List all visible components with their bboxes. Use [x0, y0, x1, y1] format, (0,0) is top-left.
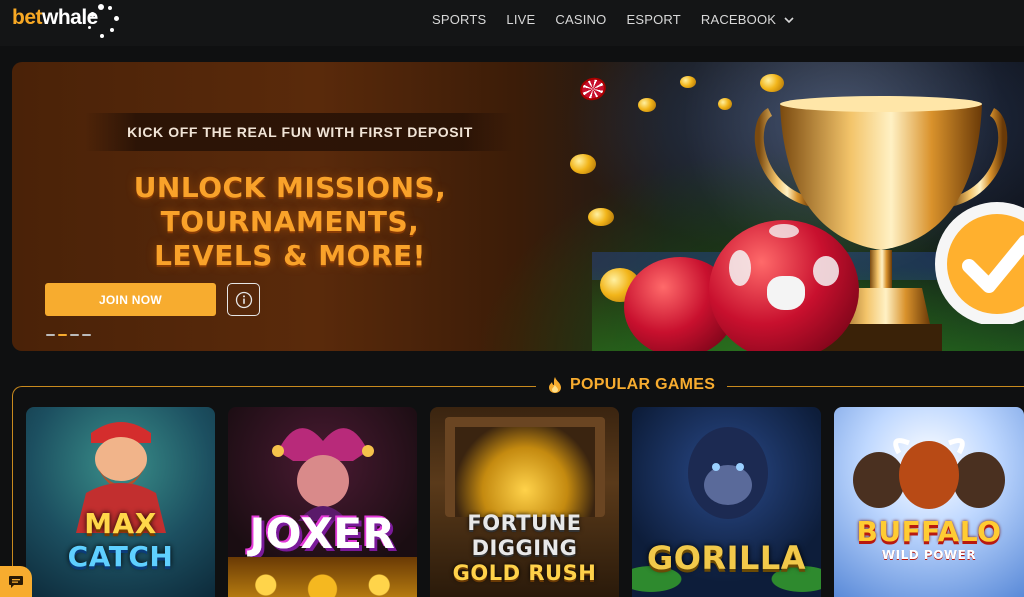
game-title: GORILLA — [646, 539, 807, 577]
nav-sports-label: SPORTS — [432, 12, 487, 27]
game-title: JOXER — [249, 509, 396, 558]
nav-esport[interactable]: ESPORT — [626, 12, 680, 27]
betwhale-logo[interactable]: bet whale — [12, 4, 119, 38]
chat-launcher-button[interactable] — [0, 566, 32, 597]
nav-racebook[interactable]: RACEBOOK — [701, 12, 794, 27]
fire-icon — [549, 377, 561, 393]
logo-text-bet: bet — [12, 6, 43, 29]
slide-dot[interactable] — [58, 334, 67, 336]
top-navigation-bar: bet whale SPORTS LIVE CASINO ESPORT RACE… — [0, 0, 1024, 46]
game-title-line2: CATCH — [67, 540, 174, 573]
info-icon — [235, 291, 252, 308]
hero-headline-line2: LEVELS & MORE! — [154, 239, 426, 272]
checkmark-badge-icon — [935, 202, 1024, 324]
nav-live-label: LIVE — [506, 12, 536, 27]
buffalo-illustration — [853, 438, 1005, 509]
mine-entrance-decoration — [445, 417, 605, 517]
gold-coin-icon — [638, 98, 656, 112]
info-button[interactable] — [227, 283, 260, 316]
game-title: FORTUNE DIGGING GOLD RUSH — [430, 511, 619, 586]
popular-games-title: POPULAR GAMES — [570, 376, 716, 393]
slide-dot[interactable] — [82, 334, 91, 336]
nav-esport-label: ESPORT — [626, 12, 681, 27]
hero-headline: UNLOCK MISSIONS, TOURNAMENTS, LEVELS & M… — [40, 171, 540, 273]
game-title: BUFFALO WILD POWER — [834, 515, 1024, 562]
slide-dot[interactable] — [70, 334, 79, 336]
game-tile-buffalo-wild-power[interactable]: BUFFALO WILD POWER — [834, 407, 1024, 597]
hero-tagline: KICK OFF THE REAL FUN WITH FIRST DEPOSIT — [85, 113, 515, 151]
game-title-line1: MAX — [84, 507, 157, 540]
chat-icon — [9, 575, 23, 588]
game-tile-max-catch[interactable]: MAX CATCH — [26, 407, 215, 597]
gold-coin-icon — [570, 154, 596, 174]
nav-sports[interactable]: SPORTS — [432, 12, 486, 27]
promo-hero-banner[interactable]: KICK OFF THE REAL FUN WITH FIRST DEPOSIT… — [12, 62, 1024, 351]
gold-coin-icon — [718, 98, 732, 110]
gold-coin-icon — [760, 74, 784, 92]
slide-dot[interactable] — [46, 334, 55, 336]
game-title-line1: BUFFALO — [856, 515, 1002, 548]
game-tile-joxer[interactable]: JOXER — [228, 407, 417, 597]
nav-racebook-label: RACEBOOK — [700, 12, 777, 27]
game-title-line2: DIGGING — [471, 536, 578, 560]
nav-live[interactable]: LIVE — [506, 12, 535, 27]
gold-coin-icon — [588, 208, 614, 226]
chevron-down-icon — [784, 16, 794, 23]
nav-casino-label: CASINO — [555, 12, 607, 27]
game-title: MAX CATCH — [26, 507, 215, 573]
join-now-button[interactable]: JOIN NOW — [45, 283, 216, 316]
game-title-line1: FORTUNE — [467, 511, 582, 535]
game-tile-fortune-digging[interactable]: FORTUNE DIGGING GOLD RUSH — [430, 407, 619, 597]
nav-casino[interactable]: CASINO — [555, 12, 606, 27]
logo-splash-dots-icon — [88, 2, 128, 46]
game-title-line3: GOLD RUSH — [452, 561, 597, 585]
popular-games-heading: POPULAR GAMES — [536, 373, 728, 397]
gold-coins-decoration — [228, 557, 417, 597]
gold-coin-icon — [680, 76, 696, 88]
game-title-line2: WILD POWER — [881, 548, 977, 562]
gorilla-illustration — [688, 427, 768, 519]
main-nav: SPORTS LIVE CASINO ESPORT RACEBOOK — [432, 12, 814, 27]
jester-illustration — [272, 428, 374, 521]
soccer-ball-icon — [709, 220, 859, 351]
hero-headline-line1: UNLOCK MISSIONS, TOURNAMENTS, — [133, 171, 447, 238]
game-tile-gorilla[interactable]: GORILLA — [632, 407, 821, 597]
slide-indicators — [46, 334, 91, 336]
